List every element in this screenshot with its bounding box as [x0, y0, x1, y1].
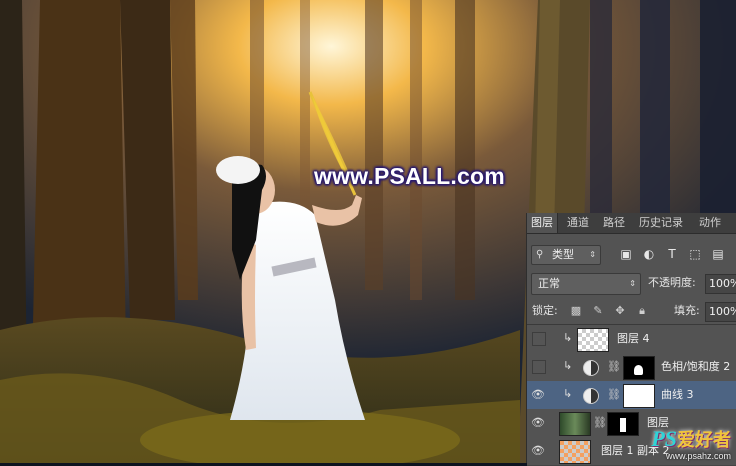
layers-panel: 图层 通道 路径 历史记录 动作 ⚲ 类型 ⇕ ▣ ◐ T ⬚ ▤ 正常 ⇕ 不… [526, 213, 736, 466]
lock-label: 锁定: [532, 304, 558, 317]
lock-all-icon[interactable]: 🔒︎ [635, 303, 649, 319]
layer-thumbnail [559, 440, 591, 464]
tab-channels[interactable]: 通道 [563, 213, 593, 233]
visibility-toggle[interactable] [532, 360, 546, 374]
lock-move-icon[interactable]: ✥ [613, 303, 627, 319]
layer-row-selected[interactable]: 👁︎ ↳ ⛓ 曲线 3 [527, 381, 736, 410]
watermark: www.PSALL.com [314, 163, 505, 189]
eye-icon[interactable]: 👁︎ [530, 443, 546, 459]
curves-adjustment-icon [583, 388, 599, 404]
clipping-arrow-icon: ↳ [563, 387, 573, 400]
layer-name: 曲线 3 [661, 388, 694, 401]
blend-mode-select[interactable]: 正常 ⇕ [531, 273, 641, 295]
eye-icon[interactable]: 👁︎ [530, 415, 546, 431]
filter-kind-label: 类型 [552, 248, 574, 261]
site-logo: PS爱好者 www.psahz.com [651, 426, 731, 462]
lock-row: 锁定: ▩ ✎ ✥ 🔒︎ 填充: 100% [527, 301, 736, 325]
fill-label: 填充: [674, 304, 700, 317]
shape-filter-icon[interactable]: ⬚ [686, 245, 704, 263]
blend-row: 正常 ⇕ 不透明度: 100% [527, 273, 736, 297]
tab-layers[interactable]: 图层 [527, 213, 558, 233]
layer-row[interactable]: ↳ 图层 4 [527, 325, 736, 354]
adjustment-filter-icon[interactable]: ◐ [640, 245, 658, 263]
layer-name: 色相/饱和度 2 [661, 360, 731, 373]
clipping-arrow-icon: ↳ [563, 359, 573, 372]
clipping-arrow-icon: ↳ [563, 331, 573, 344]
hue-saturation-adjustment-icon [583, 360, 599, 376]
layer-row[interactable]: ↳ ⛓ 色相/饱和度 2 [527, 353, 736, 382]
layer-mask-thumbnail [623, 356, 655, 380]
tab-actions[interactable]: 动作 [695, 213, 725, 233]
layer-mask-thumbnail [607, 412, 639, 436]
link-icon: ⛓ [607, 360, 621, 373]
lock-brush-icon[interactable]: ✎ [591, 303, 605, 319]
link-icon: ⛓ [607, 388, 621, 401]
lock-transparent-icon[interactable]: ▩ [569, 303, 583, 319]
logo-url: www.psahz.com [665, 451, 731, 461]
type-filter-icon[interactable]: T [663, 245, 681, 263]
search-icon: ⚲ [536, 249, 544, 260]
layer-thumbnail [577, 328, 609, 352]
layer-mask-thumbnail [623, 384, 655, 408]
fill-input[interactable]: 100% [705, 302, 736, 322]
filter-row: ⚲ 类型 ⇕ ▣ ◐ T ⬚ ▤ [527, 243, 736, 267]
eye-icon[interactable]: 👁︎ [530, 387, 546, 403]
filter-kind-select[interactable]: ⚲ 类型 ⇕ [531, 245, 601, 265]
opacity-label: 不透明度: [648, 276, 696, 289]
smart-object-filter-icon[interactable]: ▤ [709, 245, 727, 263]
logo-text-cn: 爱好者 [677, 430, 731, 450]
logo-text: PS [651, 426, 677, 451]
layer-name: 图层 4 [617, 332, 650, 345]
pixel-filter-icon[interactable]: ▣ [617, 245, 635, 263]
link-icon: ⛓ [593, 416, 607, 429]
blend-mode-label: 正常 [538, 277, 560, 290]
visibility-toggle[interactable] [532, 332, 546, 346]
panel-tabs: 图层 通道 路径 历史记录 动作 [527, 213, 736, 234]
opacity-input[interactable]: 100% [705, 274, 736, 294]
layer-thumbnail [559, 412, 591, 436]
chevron-updown-icon: ⇕ [589, 250, 596, 259]
tab-paths[interactable]: 路径 [599, 213, 629, 233]
chevron-updown-icon: ⇕ [629, 279, 636, 288]
tab-history[interactable]: 历史记录 [635, 213, 687, 233]
